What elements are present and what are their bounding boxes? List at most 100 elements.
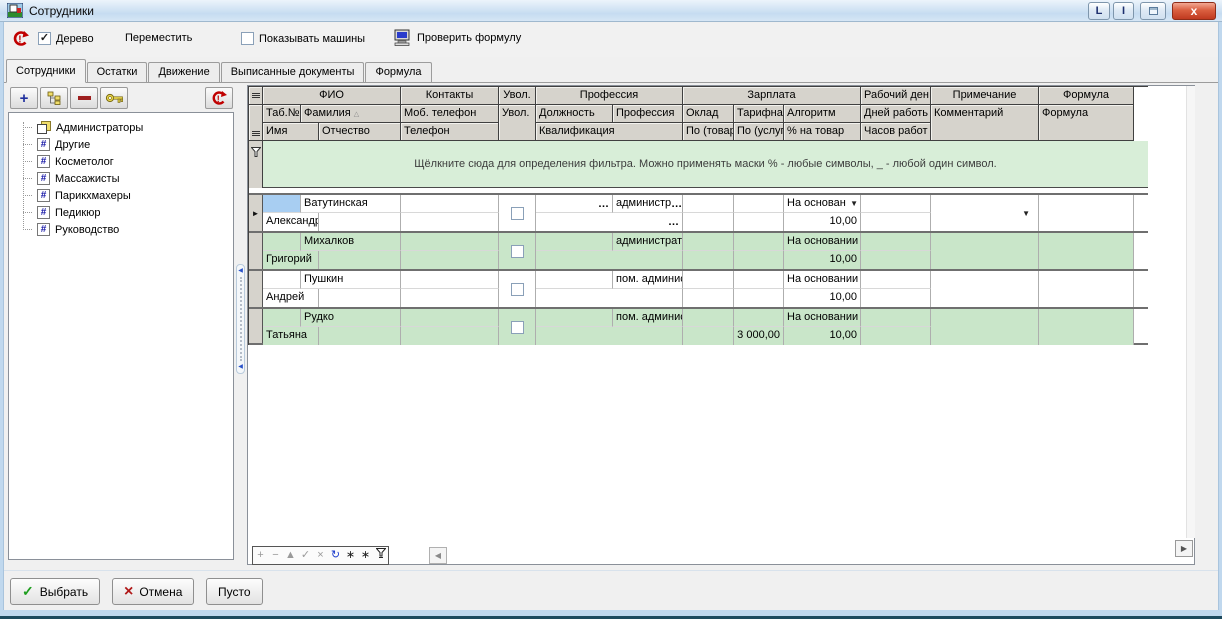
col-per-goods[interactable]: По (товар) xyxy=(683,123,734,141)
cell-hours[interactable] xyxy=(861,251,931,269)
nav-delete-button[interactable]: − xyxy=(268,547,283,564)
cell-days[interactable] xyxy=(861,233,931,251)
uvol-checkbox[interactable] xyxy=(511,245,524,258)
cell-tabno[interactable] xyxy=(263,233,301,251)
cell-formula[interactable] xyxy=(1039,271,1134,307)
cell-comment[interactable] xyxy=(931,233,1039,269)
cell-patronymic[interactable] xyxy=(319,289,401,307)
tree-add-button[interactable]: + xyxy=(10,87,38,109)
vertical-scrollbar[interactable] xyxy=(1186,86,1195,538)
dropdown-arrow-icon[interactable]: ▼ xyxy=(1022,209,1030,218)
close-button[interactable]: x xyxy=(1172,2,1216,20)
tree-item-drugie[interactable]: # Другие xyxy=(9,136,233,153)
cell-per-goods[interactable] xyxy=(683,289,734,307)
window-button-i[interactable]: I xyxy=(1113,2,1134,20)
cell-phone[interactable] xyxy=(401,251,499,269)
title-bar[interactable]: Сотрудники L I x xyxy=(0,0,1222,22)
band-contacts[interactable]: Контакты xyxy=(401,87,499,105)
cell-algorithm[interactable]: На основании xyxy=(784,309,861,327)
cell-tabno[interactable] xyxy=(263,195,301,213)
employee-record-1[interactable]: ► Ватутинская Александр. … администр… … xyxy=(249,193,1148,231)
cell-salary[interactable] xyxy=(683,195,734,213)
nav-insert-button[interactable]: + xyxy=(253,547,268,564)
col-patronymic[interactable]: Отчество xyxy=(319,123,401,141)
cell-surname[interactable]: Ватутинская xyxy=(301,195,401,213)
cell-formula[interactable] xyxy=(1039,309,1134,345)
col-profession[interactable]: Профессия xyxy=(613,105,683,123)
window-button-l[interactable]: L xyxy=(1088,2,1110,20)
nav-set-filter-button[interactable]: ∗ xyxy=(343,547,358,564)
tab-ostatki[interactable]: Остатки xyxy=(87,62,148,82)
cell-uvol[interactable] xyxy=(499,271,536,307)
nav-refresh-button[interactable]: ↻ xyxy=(328,547,343,564)
cell-surname[interactable]: Рудко xyxy=(301,309,401,327)
cell-name[interactable]: Григорий xyxy=(263,251,319,269)
cell-tabno[interactable] xyxy=(263,309,301,327)
tree-checkbox-box[interactable]: ✓ xyxy=(38,32,51,45)
cell-tariff[interactable] xyxy=(734,195,784,213)
tree-item-parikhmakhery[interactable]: # Парикхмахеры xyxy=(9,187,233,204)
cell-pct-goods[interactable]: 10,00 xyxy=(784,251,861,269)
band-note[interactable]: Примечание xyxy=(931,87,1039,105)
grid-menu-icon[interactable] xyxy=(252,130,260,137)
cell-salary[interactable] xyxy=(683,309,734,327)
cell-profession[interactable]: администрат xyxy=(613,233,683,251)
cell-profession[interactable]: администр… xyxy=(613,195,683,213)
tree-item-massazhisty[interactable]: # Массажисты xyxy=(9,170,233,187)
cell-phone[interactable] xyxy=(401,213,499,231)
nav-cancel-button[interactable]: × xyxy=(313,547,328,564)
uvol-checkbox[interactable] xyxy=(511,321,524,334)
col-algorithm[interactable]: Алгоритм xyxy=(784,105,861,123)
select-button[interactable]: ✓ Выбрать xyxy=(10,578,100,605)
col-hours[interactable]: Часов работ xyxy=(861,123,931,141)
cell-comment[interactable]: ▼ xyxy=(931,195,1039,231)
splitter-collapse-icon[interactable]: ◀ xyxy=(238,268,243,274)
col-salary[interactable]: Оклад xyxy=(683,105,734,123)
cell-algorithm[interactable]: На основан▼ xyxy=(784,195,861,213)
refresh-button[interactable]: ! xyxy=(12,30,29,47)
hscroll-left-button[interactable]: ◀ xyxy=(429,547,447,564)
cell-profession[interactable]: пом. админис xyxy=(613,271,683,289)
cell-days[interactable] xyxy=(861,195,931,213)
tree-item-administratory[interactable]: Администраторы xyxy=(9,119,233,136)
cell-position[interactable]: … xyxy=(536,195,613,213)
cell-position[interactable] xyxy=(536,309,613,327)
empty-button[interactable]: Пусто xyxy=(206,578,263,605)
cell-qualification[interactable] xyxy=(536,251,683,269)
cell-hours[interactable] xyxy=(861,213,931,231)
tab-vypisannye-dokumenty[interactable]: Выписанные документы xyxy=(221,62,365,82)
cell-algorithm[interactable]: На основании xyxy=(784,233,861,251)
ellipsis-button[interactable]: … xyxy=(598,200,610,208)
hscroll-right-button[interactable]: ▶ xyxy=(1175,540,1193,557)
cell-hours[interactable] xyxy=(861,289,931,307)
nav-filter-button[interactable] xyxy=(373,547,388,564)
tree-structure-button[interactable] xyxy=(40,87,68,109)
employee-record-2[interactable]: Михалков Григорий администрат На основан… xyxy=(249,231,1148,269)
cell-uvol[interactable] xyxy=(499,309,536,345)
filter-hint[interactable]: Щёлкните сюда для определения фильтра. М… xyxy=(263,141,1148,187)
col-comment[interactable]: Комментарий xyxy=(931,105,1039,141)
cell-mobile[interactable] xyxy=(401,233,499,251)
uvol-checkbox[interactable] xyxy=(511,207,524,220)
nav-post-button[interactable]: ✓ xyxy=(298,547,313,564)
tree-item-rukovodstvo[interactable]: # Руководство xyxy=(9,221,233,238)
tree-delete-button[interactable] xyxy=(70,87,98,109)
cell-algorithm[interactable]: На основании xyxy=(784,271,861,289)
tree-refresh-button[interactable]: ! xyxy=(205,87,233,109)
cell-mobile[interactable] xyxy=(401,271,499,289)
col-name[interactable]: Имя xyxy=(263,123,319,141)
tree-item-kosmetolog[interactable]: # Косметолог xyxy=(9,153,233,170)
cell-phone[interactable] xyxy=(401,289,499,307)
cell-name[interactable]: Андрей xyxy=(263,289,319,307)
cell-name[interactable]: Александр. xyxy=(263,213,319,231)
cancel-button[interactable]: × Отмена xyxy=(112,578,194,605)
uvol-checkbox[interactable] xyxy=(511,283,524,296)
col-tabno[interactable]: Таб.№ xyxy=(263,105,301,123)
ellipsis-button[interactable]: … xyxy=(668,218,680,226)
check-formula-button[interactable]: Проверить формулу xyxy=(393,29,521,46)
nav-edit-button[interactable]: ▲ xyxy=(283,547,298,564)
cell-tabno[interactable] xyxy=(263,271,301,289)
col-uvol[interactable]: Увол. xyxy=(499,105,536,141)
cell-qualification[interactable] xyxy=(536,289,683,307)
cell-tariff[interactable] xyxy=(734,271,784,289)
